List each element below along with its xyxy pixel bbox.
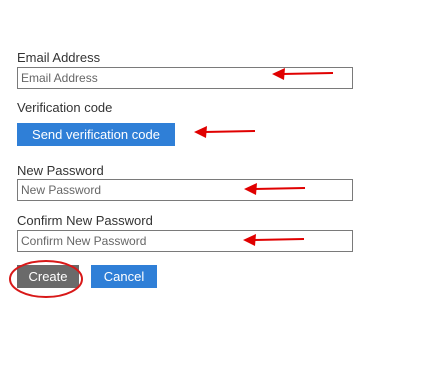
ellipse-highlight bbox=[9, 260, 83, 298]
confirm-password-label: Confirm New Password bbox=[17, 213, 153, 228]
left-arrow-icon bbox=[244, 183, 306, 195]
left-arrow-icon bbox=[272, 68, 334, 80]
cancel-button[interactable]: Cancel bbox=[91, 265, 157, 288]
email-label: Email Address bbox=[17, 50, 101, 65]
send-verification-code-button[interactable]: Send verification code bbox=[17, 123, 175, 146]
left-arrow-icon bbox=[243, 234, 305, 246]
left-arrow-icon bbox=[194, 126, 256, 138]
verification-label: Verification code bbox=[17, 100, 113, 115]
new-password-label: New Password bbox=[17, 163, 104, 178]
